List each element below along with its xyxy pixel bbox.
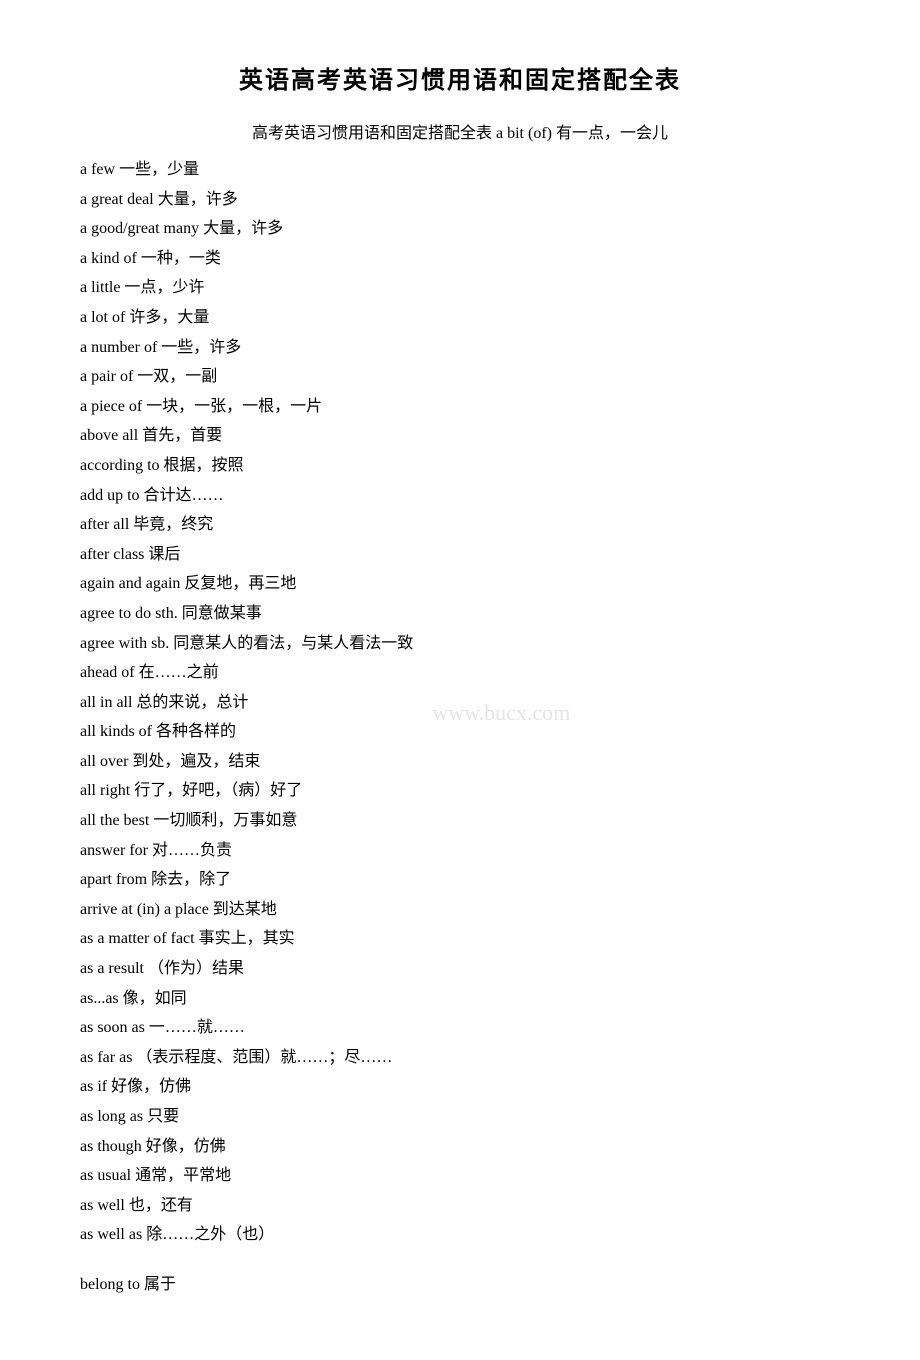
list-item: after all 毕竟，终究 [80,510,840,540]
list-item: as if 好像，仿佛 [80,1072,840,1102]
list-item: a little 一点，少许 [80,273,840,303]
list-item: above all 首先，首要 [80,421,840,451]
list-item: ahead of 在……之前 [80,658,840,688]
list-item: a pair of 一双，一副 [80,362,840,392]
list-item: again and again 反复地，再三地 [80,569,840,599]
list-item: as far as （表示程度、范围）就……；尽…… [80,1043,840,1073]
list-item: belong to 属于 [80,1270,840,1300]
list-item: a kind of 一种，一类 [80,244,840,274]
list-item: answer for 对……负责 [80,836,840,866]
list-item: as a matter of fact 事实上，其实 [80,924,840,954]
list-item: as soon as 一……就…… [80,1013,840,1043]
list-item: arrive at (in) a place 到达某地 [80,895,840,925]
list-item: a piece of 一块，一张，一根，一片 [80,392,840,422]
entries-list: a few 一些，少量a great deal 大量，许多a good/grea… [80,155,840,1250]
list-item: agree to do sth. 同意做某事 [80,599,840,629]
list-item: as a result （作为）结果 [80,954,840,984]
list-item: as well 也，还有 [80,1191,840,1221]
list-item: as well as 除……之外（也） [80,1220,840,1250]
list-item: as though 好像，仿佛 [80,1132,840,1162]
list-item: a good/great many 大量，许多 [80,214,840,244]
list-item: a number of 一些，许多 [80,333,840,363]
subtitle: 高考英语习惯用语和固定搭配全表 a bit (of) 有一点，一会儿 [80,119,840,143]
list-item: as usual 通常，平常地 [80,1161,840,1191]
list-item: all kinds of 各种各样的 [80,717,840,747]
list-item: all over 到处，遍及，结束 [80,747,840,777]
list-item: add up to 合计达…… [80,481,840,511]
page-title: 英语高考英语习惯用语和固定搭配全表 [80,60,840,95]
list-item: all right 行了，好吧，（病）好了 [80,776,840,806]
list-item: a lot of 许多，大量 [80,303,840,333]
list-item: according to 根据，按照 [80,451,840,481]
entries2-list: belong to 属于 [80,1270,840,1300]
list-item: as...as 像，如同 [80,984,840,1014]
list-item: after class 课后 [80,540,840,570]
list-item: as long as 只要 [80,1102,840,1132]
list-item: all the best 一切顺利，万事如意 [80,806,840,836]
list-item: a few 一些，少量 [80,155,840,185]
list-item: apart from 除去，除了 [80,865,840,895]
list-item: a great deal 大量，许多 [80,185,840,215]
list-item: agree with sb. 同意某人的看法，与某人看法一致 [80,629,840,659]
list-item: all in all 总的来说，总计 [80,688,840,718]
